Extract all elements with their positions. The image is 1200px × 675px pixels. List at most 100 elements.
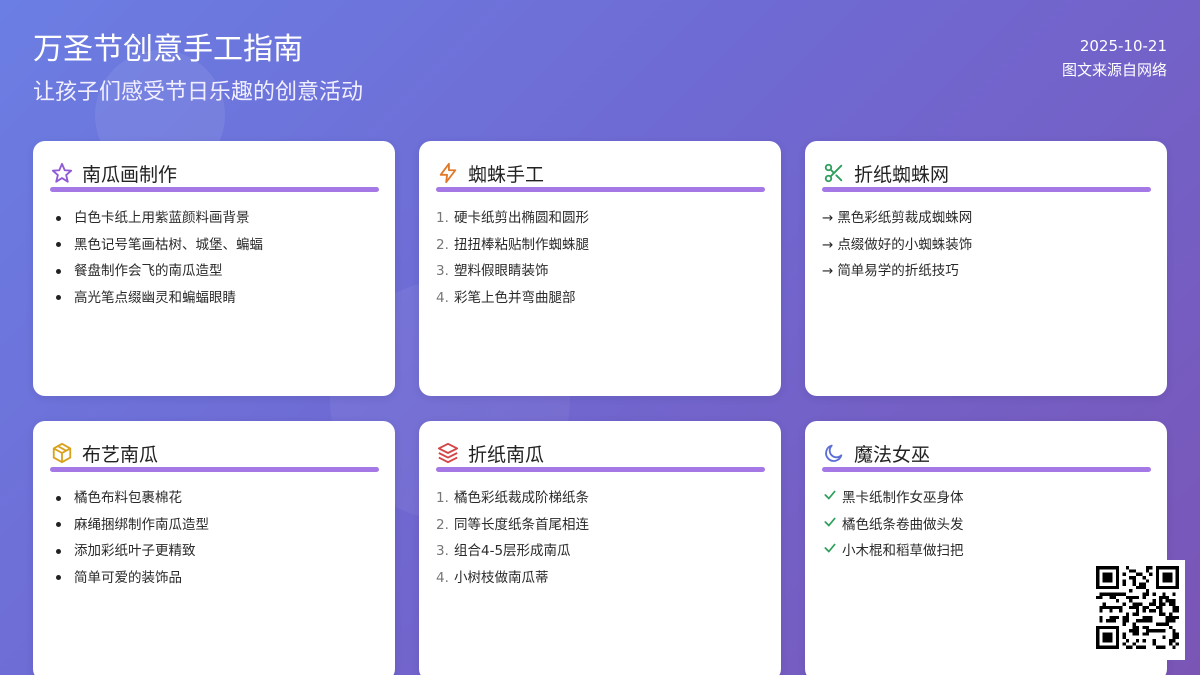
- card-list: 1. 橘色彩纸裁成阶梯纸条 2. 同等长度纸条首尾相连 3. 组合4-5层形成南瓜 4…: [436, 485, 765, 591]
- card-header: 魔法女巫: [822, 439, 1151, 467]
- item-text: 简单易学的折纸技巧: [837, 263, 959, 279]
- number-marker: 1.: [436, 490, 449, 506]
- list-item: 4. 彩笔上色并弯曲腿部: [436, 285, 765, 312]
- page-title: 万圣节创意手工指南: [33, 32, 303, 67]
- item-text: 白色卡纸上用紫蓝颜料画背景: [74, 210, 250, 226]
- source-label: 图文来源自网络: [1061, 61, 1167, 79]
- arrow-marker: →: [822, 236, 834, 253]
- check-icon: [824, 543, 836, 554]
- item-text: 黑色记号笔画枯树、城堡、蝙蝠: [74, 236, 263, 253]
- list-item: 3. 组合4-5层形成南瓜: [436, 538, 765, 565]
- number-marker: 3.: [436, 263, 449, 279]
- item-text: 橘色纸条卷曲做头发: [842, 516, 964, 533]
- scissors-icon: [822, 161, 846, 185]
- card-list: 橘色布料包裹棉花 麻绳捆绑制作南瓜造型 添加彩纸叶子更精致 简单可爱的装饰品: [50, 485, 379, 591]
- list-item: 1. 橘色彩纸裁成阶梯纸条: [436, 485, 765, 512]
- list-item: 橘色布料包裹棉花: [50, 485, 379, 512]
- accent-bar: [822, 467, 1151, 472]
- item-text: 塑料假眼睛装饰: [454, 263, 549, 279]
- number-marker: 3.: [436, 543, 449, 559]
- list-item: → 点缀做好的小蜘蛛装饰: [822, 232, 1151, 259]
- list-item: 2. 同等长度纸条首尾相连: [436, 512, 765, 539]
- list-item: 黑卡纸制作女巫身体: [822, 485, 1151, 512]
- list-item: 添加彩纸叶子更精致: [50, 538, 379, 565]
- card-fabric-pumpkin: 布艺南瓜 橘色布料包裹棉花 麻绳捆绑制作南瓜造型 添加彩纸叶子更精致 简单可爱的…: [33, 421, 395, 675]
- item-text: 简单可爱的装饰品: [74, 569, 182, 586]
- list-item: 黑色记号笔画枯树、城堡、蝙蝠: [50, 232, 379, 259]
- header: 万圣节创意手工指南 让孩子们感受节日乐趣的创意活动 2025-10-21 图文来…: [33, 30, 1167, 120]
- item-text: 餐盘制作会飞的南瓜造型: [74, 263, 223, 279]
- bullet-marker: [56, 242, 61, 248]
- list-item: 麻绳捆绑制作南瓜造型: [50, 512, 379, 539]
- card-header: 折纸蜘蛛网: [822, 159, 1151, 187]
- date-label: 2025-10-21: [1079, 37, 1167, 55]
- list-item: 2. 扭扭棒粘贴制作蜘蛛腿: [436, 232, 765, 259]
- number-marker: 1.: [436, 210, 449, 226]
- card-header: 折纸南瓜: [436, 439, 765, 467]
- card-paper-spiderweb: 折纸蜘蛛网 → 黑色彩纸剪裁成蜘蛛网 → 点缀做好的小蜘蛛装饰 → 简单易学的折纸技巧: [805, 141, 1167, 396]
- bullet-marker: [56, 215, 61, 221]
- item-text: 小木棍和稻草做扫把: [842, 543, 964, 559]
- arrow-marker: →: [822, 263, 834, 279]
- card-origami-pumpkin: 折纸南瓜 1. 橘色彩纸裁成阶梯纸条 2. 同等长度纸条首尾相连 3. 组合4-5层形…: [419, 421, 781, 675]
- card-header: 布艺南瓜: [50, 439, 379, 467]
- box-icon: [50, 441, 74, 465]
- list-item: 简单可爱的装饰品: [50, 565, 379, 592]
- lightning-icon: [436, 161, 460, 185]
- list-item: 4. 小树枝做南瓜蒂: [436, 565, 765, 592]
- list-item: 3. 塑料假眼睛装饰: [436, 258, 765, 285]
- card-title: 布艺南瓜: [82, 443, 159, 466]
- bullet-marker: [56, 548, 61, 554]
- header-meta: 2025-10-21 图文来源自网络: [1062, 34, 1167, 82]
- moon-icon: [822, 441, 846, 465]
- card-list: 黑卡纸制作女巫身体 橘色纸条卷曲做头发 小木棍和稻草做扫把: [822, 485, 1151, 565]
- item-text: 彩笔上色并弯曲腿部: [454, 289, 576, 306]
- item-text: 扭扭棒粘贴制作蜘蛛腿: [454, 236, 589, 253]
- bullet-marker: [56, 268, 61, 274]
- list-item: 餐盘制作会飞的南瓜造型: [50, 258, 379, 285]
- bullet-marker: [56, 295, 61, 301]
- accent-bar: [822, 187, 1151, 192]
- accent-bar: [50, 467, 379, 472]
- card-list: 1. 硬卡纸剪出椭圆和圆形 2. 扭扭棒粘贴制作蜘蛛腿 3. 塑料假眼睛装饰 4. 彩笔…: [436, 205, 765, 311]
- number-marker: 4.: [436, 289, 449, 306]
- item-text: 硬卡纸剪出椭圆和圆形: [454, 210, 589, 226]
- bullet-marker: [56, 522, 61, 528]
- item-text: 添加彩纸叶子更精致: [74, 543, 196, 559]
- list-item: 1. 硬卡纸剪出椭圆和圆形: [436, 205, 765, 232]
- list-item: → 黑色彩纸剪裁成蜘蛛网: [822, 205, 1151, 232]
- check-icon: [824, 490, 836, 501]
- card-title: 折纸蜘蛛网: [854, 163, 950, 186]
- item-text: 组合4-5层形成南瓜: [454, 543, 571, 559]
- bullet-marker: [56, 495, 61, 501]
- arrow-marker: →: [822, 210, 834, 226]
- qr-code[interactable]: [1090, 560, 1185, 660]
- card-list: 白色卡纸上用紫蓝颜料画背景 黑色记号笔画枯树、城堡、蝙蝠 餐盘制作会飞的南瓜造型…: [50, 205, 379, 311]
- card-header: 蜘蛛手工: [436, 159, 765, 187]
- item-text: 点缀做好的小蜘蛛装饰: [837, 236, 973, 253]
- item-text: 麻绳捆绑制作南瓜造型: [74, 516, 209, 533]
- item-text: 橘色布料包裹棉花: [74, 490, 182, 506]
- accent-bar: [50, 187, 379, 192]
- item-text: 橘色彩纸裁成阶梯纸条: [454, 490, 589, 506]
- card-pumpkin-painting: 南瓜画制作 白色卡纸上用紫蓝颜料画背景 黑色记号笔画枯树、城堡、蝙蝠 餐盘制作会…: [33, 141, 395, 396]
- item-text: 小树枝做南瓜蒂: [454, 569, 549, 586]
- star-icon: [50, 161, 74, 185]
- card-title: 南瓜画制作: [82, 163, 178, 186]
- card-title: 魔法女巫: [854, 443, 931, 466]
- check-icon: [824, 517, 836, 527]
- number-marker: 2.: [436, 236, 449, 253]
- list-item: 橘色纸条卷曲做头发: [822, 512, 1151, 539]
- list-item: 白色卡纸上用紫蓝颜料画背景: [50, 205, 379, 232]
- card-list: → 黑色彩纸剪裁成蜘蛛网 → 点缀做好的小蜘蛛装饰 → 简单易学的折纸技巧: [822, 205, 1151, 285]
- number-marker: 4.: [436, 569, 449, 586]
- qr-code-image: [1096, 566, 1179, 649]
- page-subtitle: 让孩子们感受节日乐趣的创意活动: [33, 80, 364, 105]
- item-text: 黑色彩纸剪裁成蜘蛛网: [837, 210, 973, 226]
- bullet-marker: [56, 575, 61, 581]
- card-title: 蜘蛛手工: [468, 163, 545, 186]
- card-title: 折纸南瓜: [468, 443, 545, 466]
- item-text: 黑卡纸制作女巫身体: [842, 490, 964, 506]
- item-text: 同等长度纸条首尾相连: [454, 516, 589, 533]
- card-spider-craft: 蜘蛛手工 1. 硬卡纸剪出椭圆和圆形 2. 扭扭棒粘贴制作蜘蛛腿 3. 塑料假眼睛装饰…: [419, 141, 781, 396]
